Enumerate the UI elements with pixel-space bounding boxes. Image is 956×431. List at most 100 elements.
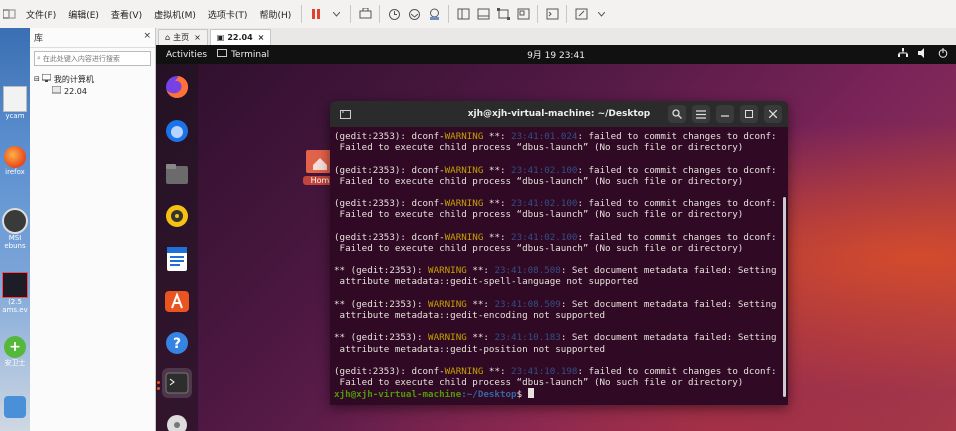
menu-view[interactable]: 查看(V): [105, 8, 148, 21]
search-icon: ⌕: [37, 54, 41, 62]
writer-icon[interactable]: [162, 244, 192, 274]
menu-edit[interactable]: 编辑(E): [62, 8, 105, 21]
close-icon[interactable]: [764, 105, 782, 123]
library-pane: 库 × ⌕ 在此处键入内容进行搜索 ⊟ 我的计算机 22.04: [30, 28, 156, 431]
clock[interactable]: 9月 19 23:41: [156, 48, 956, 61]
thumbnail-icon[interactable]: [474, 5, 492, 23]
terminal-line-text: attribute metadata::gedit-position not s…: [334, 343, 606, 355]
tab-vm-2204[interactable]: ▣ 22.04 ×: [209, 29, 272, 45]
send-keys-icon[interactable]: [356, 5, 374, 23]
snapshot-manager-icon[interactable]: [425, 5, 443, 23]
snapshot-icon[interactable]: [385, 5, 403, 23]
log-separator: **:: [466, 298, 495, 310]
menu-vm[interactable]: 虚拟机(M): [148, 8, 202, 21]
log-timestamp: 23:41:02.100: [511, 164, 578, 176]
log-level: WARNING: [444, 198, 484, 210]
thunderbird-icon[interactable]: [162, 116, 192, 146]
close-icon[interactable]: ×: [143, 31, 151, 44]
maximize-icon[interactable]: [740, 105, 758, 123]
app-center-icon[interactable]: [162, 286, 192, 316]
sidebar-toggle-icon[interactable]: [454, 5, 472, 23]
log-message: : failed to commit changes to dconf:: [577, 365, 777, 377]
guest-screen[interactable]: Activities Terminal 9月 19 23:41 ? Hom xj…: [156, 45, 956, 431]
host-desktop-strip: ycam irefox MSI ebuns (2.5 ams.ev + 安卫士: [0, 28, 30, 431]
close-icon[interactable]: ×: [194, 33, 201, 42]
new-tab-icon[interactable]: [336, 105, 354, 123]
firefox-desktop-icon[interactable]: irefox: [0, 146, 30, 176]
log-source: (gedit:2353): dconf-: [334, 198, 445, 210]
gnome-top-bar: Activities Terminal 9月 19 23:41: [156, 45, 956, 64]
log-source: ** (gedit:2353):: [334, 298, 429, 310]
collapse-icon[interactable]: ⊟: [34, 75, 40, 83]
terminal-line-text: Failed to execute child process “dbus-la…: [334, 242, 744, 254]
terminal-prompt[interactable]: xjh@xjh-virtual-machine:~/Desktop$: [334, 388, 788, 401]
log-source: (gedit:2353): dconf-: [334, 231, 445, 243]
stretch-view-icon[interactable]: [572, 5, 590, 23]
terminal-line: Failed to execute child process “dbus-la…: [334, 377, 788, 388]
log-level: WARNING: [428, 332, 467, 344]
terminal-line: Failed to execute child process “dbus-la…: [334, 142, 788, 153]
terminal-line: Failed to execute child process “dbus-la…: [334, 209, 788, 220]
terminal-window[interactable]: xjh@xjh-virtual-machine: ~/Desktop (gedi…: [330, 101, 788, 405]
vm-tab-bar: ⌂ 主页 × ▣ 22.04 ×: [156, 28, 956, 45]
terminal-titlebar[interactable]: xjh@xjh-virtual-machine: ~/Desktop: [330, 101, 788, 127]
menu-file[interactable]: 文件(F): [20, 8, 62, 21]
terminal-warning-line: (gedit:2353): dconf-WARNING **: 23:41:10…: [334, 366, 788, 377]
dvd-icon[interactable]: [162, 408, 192, 431]
files-icon[interactable]: [162, 159, 192, 189]
log-source: ** (gedit:2353):: [334, 332, 429, 344]
unity-icon[interactable]: [514, 5, 532, 23]
help-icon[interactable]: ?: [162, 328, 192, 358]
terminal-output[interactable]: (gedit:2353): dconf-WARNING **: 23:41:01…: [330, 127, 788, 400]
terminal-line-text: Failed to execute child process “dbus-la…: [334, 377, 744, 389]
360-desktop-icon[interactable]: + 安卫士: [0, 336, 30, 368]
chevron-down-icon[interactable]: [327, 5, 345, 23]
hamburger-menu-icon[interactable]: [692, 105, 710, 123]
terminal-scrollbar[interactable]: [783, 197, 786, 397]
network-icon: [898, 48, 908, 61]
search-icon[interactable]: [668, 105, 686, 123]
menu-tabs[interactable]: 选项卡(T): [202, 8, 254, 21]
ubuntu-dock: ?: [156, 64, 198, 431]
log-source: (gedit:2353): dconf-: [334, 131, 445, 142]
tab-home[interactable]: ⌂ 主页 ×: [158, 29, 208, 45]
chevron-down-icon[interactable]: [592, 5, 610, 23]
prompt-user: xjh@xjh-virtual-machine: [334, 389, 462, 401]
library-search-input[interactable]: ⌕ 在此处键入内容进行搜索: [34, 51, 151, 66]
terminal-line-text: Failed to execute child process “dbus-la…: [334, 175, 744, 187]
log-timestamp: 23:41:08.508: [494, 265, 561, 277]
tree-item-vm[interactable]: 22.04: [34, 85, 151, 97]
valorant-desktop-icon[interactable]: (2.5 ams.ev: [0, 272, 30, 314]
tree-item-my-computer[interactable]: ⊟ 我的计算机: [34, 73, 151, 85]
terminal-icon[interactable]: [162, 368, 192, 398]
fullscreen-icon[interactable]: [494, 5, 512, 23]
terminal-line-text: Failed to execute child process “dbus-la…: [334, 142, 744, 154]
terminal-controls: [668, 105, 782, 123]
revert-snapshot-icon[interactable]: [405, 5, 423, 23]
log-source: (gedit:2353): dconf-: [334, 164, 445, 176]
firefox-icon[interactable]: [162, 72, 192, 102]
running-indicator: [157, 387, 160, 390]
log-timestamp: 23:41:02.100: [511, 231, 578, 243]
rhythmbox-icon[interactable]: [162, 201, 192, 231]
menu-help[interactable]: 帮助(H): [253, 8, 297, 21]
system-tray[interactable]: [898, 45, 948, 64]
terminal-line: attribute metadata::gedit-spell-language…: [334, 276, 788, 287]
desktop-icon[interactable]: ycam: [0, 86, 30, 120]
msi-desktop-icon[interactable]: MSI ebuns: [0, 208, 30, 250]
app-menu[interactable]: Terminal: [217, 49, 269, 60]
log-message: : failed to commit changes to dconf:: [577, 164, 777, 176]
pause-icon[interactable]: [307, 5, 325, 23]
close-icon[interactable]: ×: [258, 33, 265, 42]
log-message: : failed to commit changes to dconf:: [577, 231, 777, 243]
terminal-line: attribute metadata::gedit-encoding not s…: [334, 310, 788, 321]
log-level: WARNING: [428, 265, 467, 277]
desktop-icon-badge[interactable]: [0, 396, 30, 418]
console-view-icon[interactable]: [543, 5, 561, 23]
toolbar-divider: [537, 5, 539, 23]
minimize-icon[interactable]: [716, 105, 734, 123]
activities-button[interactable]: Activities: [156, 50, 217, 60]
